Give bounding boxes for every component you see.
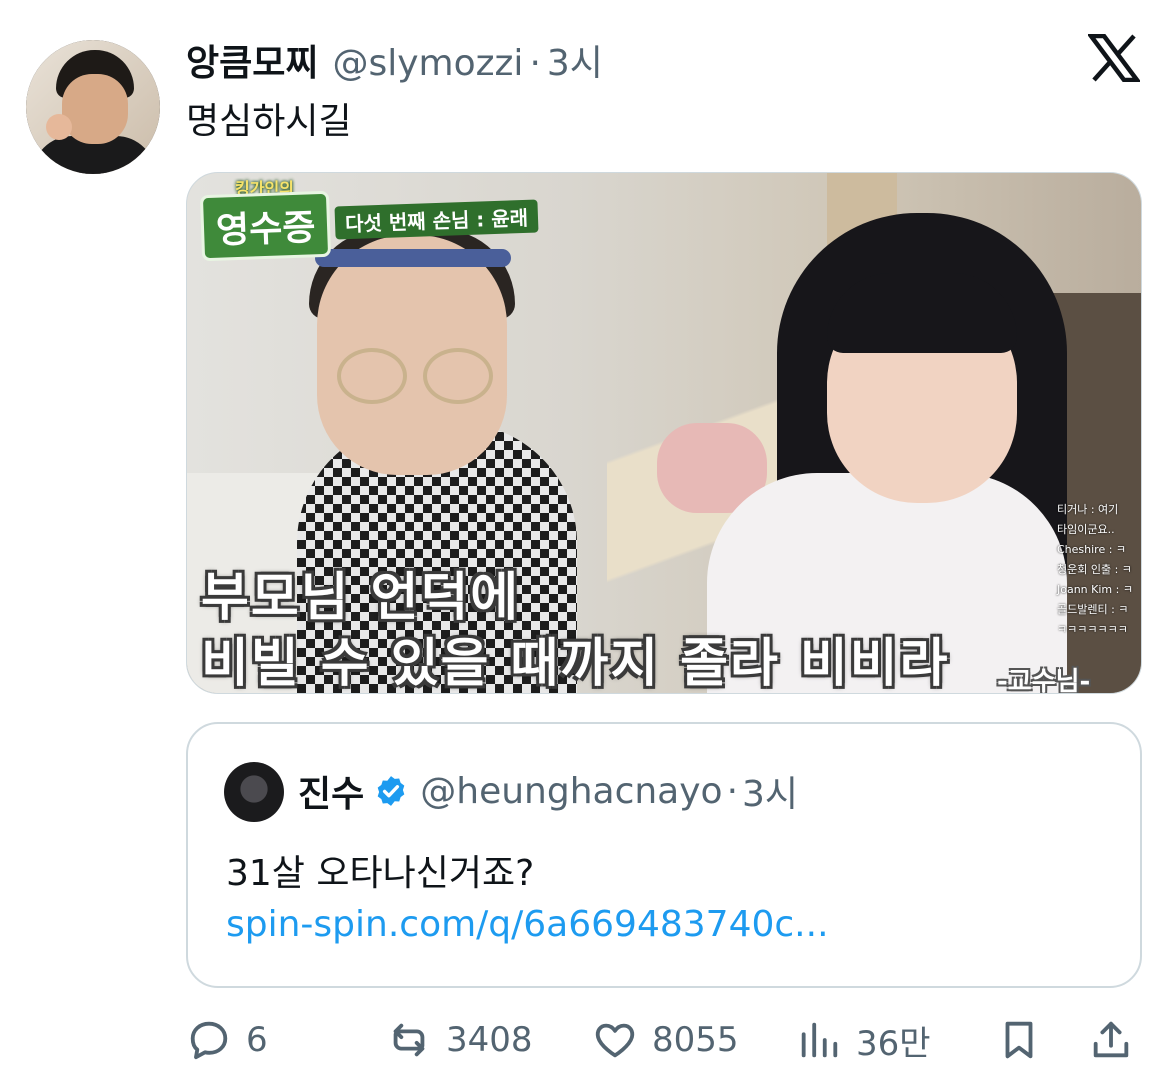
like-count: 8055 <box>652 1020 739 1060</box>
bookmark-icon <box>1005 1021 1033 1059</box>
subtitle-line-2: 비빌 수 있을 때까지 졸라 비비라 <box>201 634 950 694</box>
retweet-button[interactable]: 3408 <box>386 1012 533 1068</box>
bookmark-button[interactable] <box>996 1012 1056 1068</box>
quote-author-avatar[interactable] <box>224 762 284 822</box>
like-button[interactable]: 8055 <box>592 1012 739 1068</box>
quoted-tweet[interactable]: 진수 @heunghacnayo · 3시 31살 오타나신거죠? spin-s… <box>186 722 1142 988</box>
verified-icon <box>377 776 405 806</box>
reply-button[interactable]: 6 <box>186 1012 268 1068</box>
separator-dot: · <box>529 43 541 84</box>
separator-dot: · <box>726 770 739 812</box>
views-button[interactable]: 36만 <box>796 1012 931 1068</box>
show-badge-title: 영수증 <box>199 190 332 262</box>
share-button[interactable] <box>1088 1012 1148 1068</box>
share-icon <box>1093 1021 1129 1058</box>
headband <box>315 249 511 267</box>
chat-line: 골드발렌티 : ㅋ <box>1057 603 1129 616</box>
quote-link[interactable]: spin-spin.com/q/6a669483740c... <box>226 904 829 945</box>
person-right-bangs <box>827 273 1017 353</box>
retweet-icon <box>393 1023 425 1057</box>
glasses <box>337 348 497 404</box>
chat-line: 타임이군요.. <box>1057 523 1115 536</box>
author-name[interactable]: 앙큼모찌 <box>186 34 318 86</box>
quote-time[interactable]: 3시 <box>742 765 798 817</box>
reply-icon <box>190 1021 228 1060</box>
tweet-text: 명심하시길 <box>186 101 352 142</box>
author-handle[interactable]: @slymozzi <box>332 43 523 84</box>
like-icon <box>595 1023 635 1058</box>
views-icon <box>801 1022 838 1058</box>
retweet-count: 3408 <box>446 1020 533 1060</box>
stream-chat: 티거나 : 여기 타임이군요.. Cheshire : ㅋ 청운회 인출 : ㅋ… <box>1057 501 1141 641</box>
subtitle-line-1: 부모님 언덕에 <box>201 568 521 628</box>
quote-text: 31살 오타나신거죠? <box>226 853 535 894</box>
subtitle-credit: -교수님- <box>997 667 1091 694</box>
chat-line: 티거나 : 여기 <box>1057 503 1119 516</box>
chat-line: Joann Kim : ㅋ <box>1057 583 1133 596</box>
quote-author-name[interactable]: 진수 <box>298 765 364 817</box>
tweet-time[interactable]: 3시 <box>547 34 603 86</box>
chat-line: 청운회 인출 : ㅋ <box>1057 563 1132 576</box>
views-count: 36만 <box>856 1023 931 1064</box>
tweet-header: 앙큼모찌 @slymozzi · 3시 <box>186 34 603 84</box>
show-badge-subtitle: 다섯 번째 손님 : 윤래 <box>334 199 539 240</box>
tweet-media-image[interactable]: 킹가인의 영수증 다섯 번째 손님 : 윤래 티거나 : 여기 타임이군요.. … <box>186 172 1142 694</box>
quote-author-handle[interactable]: @heunghacnayo <box>420 771 722 812</box>
reply-count: 6 <box>246 1020 268 1060</box>
action-bar: 6 3408 8055 36만 <box>186 1012 1142 1068</box>
x-logo-icon[interactable] <box>1088 34 1140 82</box>
author-avatar[interactable] <box>26 40 160 174</box>
chat-line: Cheshire : ㅋ <box>1057 543 1127 556</box>
quote-header: 진수 @heunghacnayo · 3시 <box>298 764 798 818</box>
chat-line: ㅋㅋㅋㅋㅋㅋㅋ <box>1057 623 1128 636</box>
